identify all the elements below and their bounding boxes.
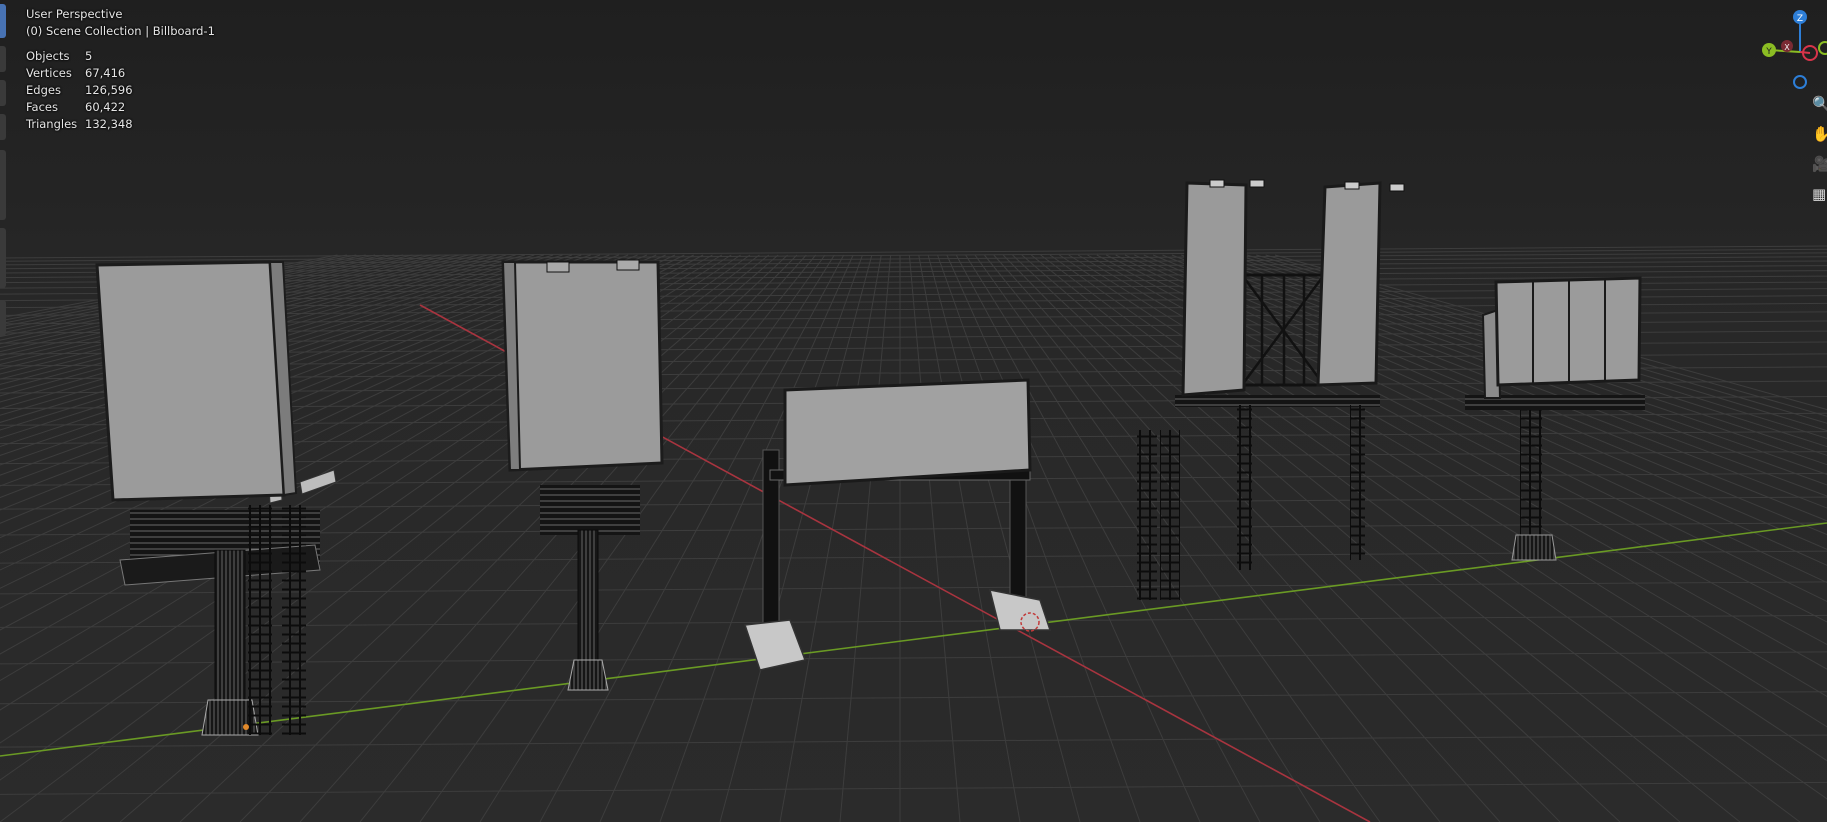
stat-value: 60,422	[85, 100, 126, 114]
scene-statistics: Objects 5 Vertices 67,416 Edges 126,596 …	[26, 48, 215, 133]
active-tool-tab[interactable]	[0, 4, 6, 38]
stat-value: 126,596	[85, 83, 133, 97]
stat-label: Faces	[26, 100, 58, 114]
collection-info: (0) Scene Collection | Billboard-1	[26, 24, 215, 38]
camera-icon[interactable]: 🎥	[1812, 152, 1827, 176]
left-toolbar-edge	[0, 0, 8, 822]
stat-value: 5	[85, 49, 93, 63]
toolbar-tab[interactable]	[0, 46, 6, 72]
zoom-icon[interactable]: 🔍	[1812, 92, 1827, 116]
viewport-info-overlay: User Perspective (0) Scene Collection | …	[26, 6, 215, 133]
3d-viewport[interactable]: User Perspective (0) Scene Collection | …	[0, 0, 1827, 822]
stat-value: 67,416	[85, 66, 126, 80]
toolbar-tab[interactable]	[0, 114, 6, 140]
toolbar-tab[interactable]	[0, 228, 6, 288]
scene-canvas[interactable]	[0, 0, 1827, 822]
stat-row: Triangles 132,348	[26, 116, 215, 133]
view-name: User Perspective	[26, 7, 123, 21]
viewport-navigation-tools: 🔍 ✋ 🎥 ▦	[1812, 92, 1827, 212]
z-axis-label: Z	[1797, 14, 1803, 24]
stat-label: Objects	[26, 49, 70, 63]
stat-row: Faces 60,422	[26, 99, 215, 116]
toolbar-tab[interactable]	[0, 80, 6, 106]
stat-label: Vertices	[26, 66, 72, 80]
billboard-3[interactable]	[743, 378, 1052, 671]
toolbar-tab[interactable]	[0, 300, 6, 336]
stat-row: Vertices 67,416	[26, 65, 215, 82]
stat-label: Edges	[26, 83, 61, 97]
navigation-gizmo[interactable]: Z Y X	[1752, 2, 1827, 102]
billboard-5[interactable]	[1465, 276, 1645, 561]
billboard-4[interactable]	[1137, 179, 1405, 600]
stat-row: Objects 5	[26, 48, 215, 65]
stat-row: Edges 126,596	[26, 82, 215, 99]
stat-label: Triangles	[26, 117, 78, 131]
y-axis-label: Y	[1765, 47, 1772, 57]
x-axis-label: X	[1784, 43, 1790, 52]
toolbar-tab[interactable]	[0, 150, 6, 220]
negative-y-axis-handle[interactable]	[1818, 41, 1827, 55]
stat-value: 132,348	[85, 117, 133, 131]
grid-view-icon[interactable]: ▦	[1812, 182, 1827, 206]
billboard-2[interactable]	[501, 259, 664, 691]
negative-z-axis-handle[interactable]	[1793, 75, 1807, 89]
pan-hand-icon[interactable]: ✋	[1812, 122, 1827, 146]
